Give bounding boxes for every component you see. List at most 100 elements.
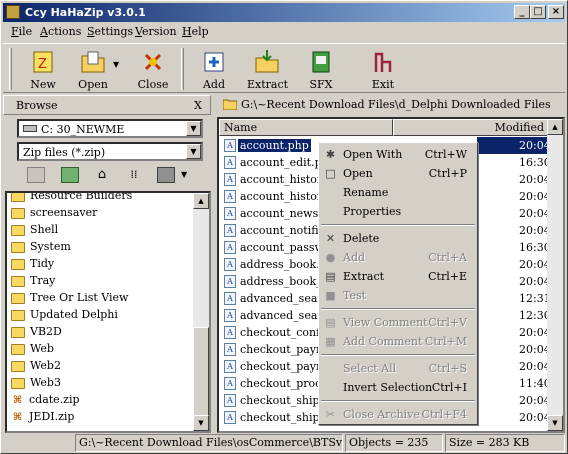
folder-icon	[11, 224, 25, 236]
browse-close-button[interactable]: X	[194, 99, 202, 112]
tree-folder[interactable]: Shell	[11, 223, 58, 240]
menu-help[interactable]: Help	[182, 25, 209, 38]
folder-tree[interactable]: Resource Builders screensaver Shell System T…	[5, 191, 211, 433]
tree-zip-file[interactable]: ⌘ cdate.zip	[11, 393, 80, 410]
filter-select[interactable]: Zip files (*.zip) ▼	[17, 142, 203, 161]
menu-item-label: Open With	[343, 148, 403, 161]
menu-item-label: Rename	[343, 186, 389, 199]
toolbar: Z New Open ▼ Close Add Extract SFX Exit	[3, 43, 565, 93]
tree-folder[interactable]: VB2D	[11, 325, 62, 342]
tree-folder[interactable]: Web2	[11, 359, 61, 376]
folder-icon	[11, 292, 25, 304]
scroll-thumb[interactable]	[193, 327, 209, 419]
menu-item-label: Delete	[343, 232, 380, 245]
tree-item-label: VB2D	[30, 325, 62, 338]
menu-item-label: Add	[343, 251, 366, 264]
menu-item-shortcut: Ctrl+P	[428, 167, 467, 180]
sfx-icon	[312, 51, 330, 73]
tree-folder[interactable]: Tidy	[11, 257, 54, 274]
menu-item-icon: ■	[325, 289, 336, 302]
folder-icon	[11, 193, 25, 202]
menu-version[interactable]: Version	[135, 25, 177, 38]
menu-item-label: View Comment	[343, 316, 428, 329]
main-window: Ccy HaHaZip v3.0.1 _ □ × File Actions Se…	[0, 0, 568, 454]
menu-item-properties[interactable]: Properties	[321, 202, 475, 221]
new-button[interactable]: Z New	[25, 48, 61, 92]
tree-zip-file[interactable]: ⌘ JEDI.zip	[11, 410, 75, 427]
tree-folder[interactable]: Tray	[11, 274, 55, 291]
svg-text:Z: Z	[38, 57, 47, 72]
view-list-icon[interactable]: ⁞⁞	[125, 167, 143, 183]
menu-item-add[interactable]: ● Add Ctrl+A	[321, 248, 475, 267]
menu-item-icon: ▦	[325, 335, 336, 348]
extract-button[interactable]: Extract	[247, 48, 288, 92]
maximize-button[interactable]: □	[530, 5, 546, 19]
php-file-icon: A	[224, 309, 236, 322]
menu-item-shortcut: Ctrl+M	[424, 335, 467, 348]
menu-item-select-all[interactable]: Select All Ctrl+S	[321, 359, 475, 378]
menu-item-open-with[interactable]: ✱ Open With Ctrl+W	[321, 145, 475, 164]
tree-folder[interactable]: Tree Or List View	[11, 291, 128, 308]
tree-item-label: cdate.zip	[29, 393, 80, 406]
title-bar[interactable]: Ccy HaHaZip v3.0.1 _ □ ×	[3, 3, 565, 22]
home-icon[interactable]: ⌂	[93, 167, 111, 183]
file-modified: 20:04	[519, 394, 551, 407]
close-archive-button[interactable]: Close	[135, 48, 171, 92]
file-modified: 12:30	[519, 309, 551, 322]
tree-scrollbar[interactable]: ▲ ▼	[193, 193, 209, 431]
menu-item-label: Properties	[343, 205, 402, 218]
menu-item-invert-selection[interactable]: Invert Selection Ctrl+I	[321, 378, 475, 397]
scroll-down-icon[interactable]: ▼	[547, 415, 563, 431]
open-button[interactable]: Open	[75, 48, 111, 92]
menu-item-close-archive[interactable]: ✂ Close Archive Ctrl+F4	[321, 405, 475, 424]
tree-item-label: Web	[30, 342, 54, 355]
tree-folder[interactable]: Web3	[11, 376, 61, 393]
menu-actions[interactable]: Actions	[40, 25, 81, 38]
file-modified: 20:04	[519, 275, 551, 288]
tree-folder[interactable]: System	[11, 240, 71, 257]
folder-icon	[11, 360, 25, 372]
scroll-up-icon[interactable]: ▲	[547, 119, 563, 135]
menu-item-label: Extract	[343, 270, 385, 283]
chevron-down-icon[interactable]: ▼	[186, 144, 201, 159]
column-name[interactable]: Name	[219, 119, 393, 136]
open-dropdown-arrow[interactable]: ▼	[113, 60, 119, 69]
exit-button[interactable]: Exit	[365, 48, 401, 92]
scroll-down-icon[interactable]: ▼	[193, 415, 209, 431]
tree-folder[interactable]: Web	[11, 342, 54, 359]
menu-file[interactable]: File	[11, 25, 32, 38]
browse-toolbar: ⌂ ⁞⁞ ▼	[15, 165, 205, 187]
tree-folder[interactable]: Updated Delphi	[11, 308, 118, 325]
up-folder-icon[interactable]	[27, 167, 45, 183]
menu-item-view-comment[interactable]: ▤ View Comment Ctrl+V	[321, 313, 475, 332]
close-window-button[interactable]: ×	[548, 5, 564, 19]
php-file-icon: A	[224, 326, 236, 339]
file-modified: 20:04	[519, 411, 551, 424]
drive-select[interactable]: C: 30_NEWME ▼	[17, 119, 203, 138]
menu-separator	[321, 400, 475, 402]
browse-title: Browse	[16, 99, 58, 112]
menu-item-delete[interactable]: ✕ Delete	[321, 229, 475, 248]
menu-item-extract[interactable]: ▤ Extract Ctrl+E	[321, 267, 475, 286]
tree-folder[interactable]: screensaver	[11, 206, 97, 223]
menu-item-rename[interactable]: Rename	[321, 183, 475, 202]
column-modified[interactable]: Modified	[393, 119, 551, 136]
refresh-icon[interactable]	[61, 167, 79, 183]
menu-item-open[interactable]: □ Open Ctrl+P	[321, 164, 475, 183]
menu-item-add-comment[interactable]: ▦ Add Comment Ctrl+M	[321, 332, 475, 351]
chevron-down-icon[interactable]: ▼	[186, 121, 201, 136]
sfx-button[interactable]: SFX	[303, 48, 339, 92]
minimize-button[interactable]: _	[514, 5, 530, 19]
settings-icon[interactable]	[157, 167, 175, 183]
menu-settings[interactable]: Settings	[87, 25, 133, 38]
menu-item-test[interactable]: ■ Test	[321, 286, 475, 305]
add-button[interactable]: Add	[196, 48, 232, 92]
menu-item-shortcut: Ctrl+I	[431, 381, 467, 394]
chevron-down-icon[interactable]: ▼	[181, 170, 187, 179]
tree-folder[interactable]: Resource Builders	[11, 193, 132, 206]
scroll-up-icon[interactable]: ▲	[193, 193, 209, 209]
list-scrollbar[interactable]: ▲ ▼	[547, 119, 563, 431]
php-file-icon: A	[224, 343, 236, 356]
tree-item-label: JEDI.zip	[29, 410, 75, 423]
file-modified: 12:31	[519, 292, 551, 305]
